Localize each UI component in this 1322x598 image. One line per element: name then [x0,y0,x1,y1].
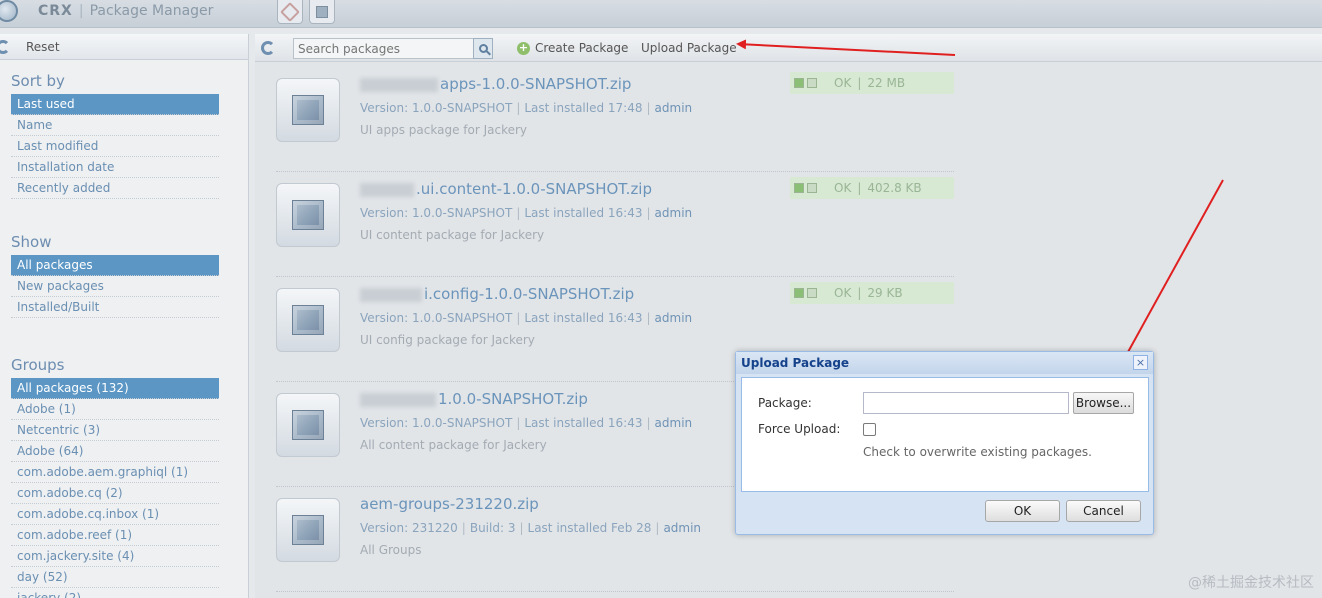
show-title: Show [11,233,52,251]
package-meta: Version: 1.0.0-SNAPSHOT | Last installed 1… [360,416,693,430]
package-description: UI config package for Jackery [360,333,535,347]
globe-logo-icon [0,0,18,22]
dialog-title: Upload Package [741,356,850,370]
show-item[interactable]: Installed/Built [11,297,219,318]
package-name[interactable]: aem-groups-231220.zip [360,495,539,513]
tools-icon [280,1,300,22]
group-item[interactable]: com.jackery.site (4) [11,546,219,567]
refresh-icon[interactable] [261,41,275,55]
sort-by-item[interactable]: Last modified [11,136,219,157]
top-bar: CRX | Package Manager [0,0,1322,28]
upload-package-button[interactable]: Upload Package [641,41,737,55]
sidebar: Reset Sort by Last used Name Last modified… [0,34,249,598]
reset-button[interactable]: Reset [26,40,60,54]
group-item[interactable]: com.adobe.reef (1) [11,525,219,546]
search-button[interactable] [473,38,493,59]
group-item[interactable]: Adobe (64) [11,441,219,462]
group-item[interactable]: jackery (2) [11,588,219,598]
package-meta: Version: 1.0.0-SNAPSHOT | Last installed 1… [360,311,693,325]
show-list: All packages New packages Installed/Built [11,255,219,318]
dialog-header: Upload Package × [736,352,1153,374]
sort-by-item[interactable]: Last used [11,94,219,115]
sort-by-list: Last used Name Last modified Installation d… [11,94,219,199]
dialog-body: Package: Browse... Force Upload: Check t… [741,377,1149,492]
package-row[interactable]: apps-1.0.0-SNAPSHOT.zip Version: 1.0.0-S… [276,68,954,172]
force-upload-hint: Check to overwrite existing packages. [863,445,1092,459]
group-item[interactable]: Adobe (1) [11,399,219,420]
package-label: Package: [758,396,812,410]
main-toolbar: + Create Package Upload Package [255,34,1322,62]
tools-tab[interactable] [277,0,303,24]
package-description: All Groups [360,543,422,557]
package-cube-icon [276,498,340,562]
upload-package-dialog: Upload Package × Package: Browse... Forc… [735,351,1154,535]
watermark: @稀土掘金技术社区 [1188,575,1314,591]
package-cube-icon [276,393,340,457]
package-cube-icon [276,288,340,352]
sort-by-item[interactable]: Installation date [11,157,219,178]
group-item[interactable]: com.adobe.aem.graphiql (1) [11,462,219,483]
package-name[interactable]: .ui.content-1.0.0-SNAPSHOT.zip [360,180,652,198]
package-status: OK | 29 KB [790,282,954,304]
group-item[interactable]: com.adobe.cq (2) [11,483,219,504]
group-item[interactable]: day (52) [11,567,219,588]
sort-by-item[interactable]: Recently added [11,178,219,199]
package-status: OK | 402.8 KB [790,177,954,199]
app-title: CRX | Package Manager [38,3,214,19]
package-meta: Version: 231220 | Build: 3 | Last installed … [360,521,702,535]
package-status: OK | 22 MB [790,72,954,94]
search-input[interactable] [294,39,474,58]
create-package-button[interactable]: + Create Package [517,41,628,55]
package-cube-icon [276,78,340,142]
show-item[interactable]: All packages [11,255,219,276]
package-name[interactable]: i.config-1.0.0-SNAPSHOT.zip [360,285,634,303]
package-description: UI apps package for Jackery [360,123,528,137]
package-meta: Version: 1.0.0-SNAPSHOT | Last installed 1… [360,101,693,115]
package-row[interactable]: .ui.content-1.0.0-SNAPSHOT.zip Version: … [276,173,954,277]
sort-by-item[interactable]: Name [11,115,219,136]
package-description: UI content package for Jackery [360,228,545,242]
sidebar-toolbar: Reset [0,34,248,60]
package-icon [316,5,328,18]
search-box [293,38,493,59]
plus-icon: + [517,40,530,55]
package-name[interactable]: apps-1.0.0-SNAPSHOT.zip [360,75,631,93]
force-upload-checkbox[interactable] [863,423,876,436]
package-tab[interactable] [309,0,335,24]
show-item[interactable]: New packages [11,276,219,297]
close-icon[interactable]: × [1133,355,1148,370]
package-file-input[interactable] [863,392,1069,414]
browse-button[interactable]: Browse... [1073,392,1134,414]
groups-title: Groups [11,356,65,374]
package-cube-icon [276,183,340,247]
ok-button[interactable]: OK [985,500,1060,522]
package-description: All content package for Jackery [360,438,547,452]
force-upload-label: Force Upload: [758,422,841,436]
group-item[interactable]: All packages (132) [11,378,219,399]
create-package-label: Create Package [535,41,629,55]
cancel-button[interactable]: Cancel [1066,500,1141,522]
groups-list: All packages (132) Adobe (1) Netcentric (3… [11,378,219,598]
package-name[interactable]: 1.0.0-SNAPSHOT.zip [360,390,588,408]
group-item[interactable]: Netcentric (3) [11,420,219,441]
sort-by-title: Sort by [11,72,65,90]
group-item[interactable]: com.adobe.cq.inbox (1) [11,504,219,525]
package-meta: Version: 1.0.0-SNAPSHOT | Last installed 1… [360,206,693,220]
search-icon [478,44,488,53]
refresh-icon[interactable] [0,39,10,54]
